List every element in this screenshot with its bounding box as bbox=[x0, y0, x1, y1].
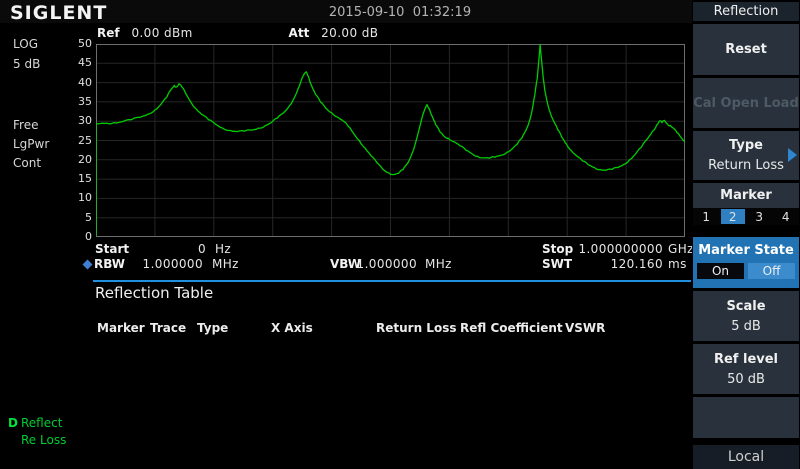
table-column-marker: Marker bbox=[97, 321, 145, 335]
att-label: Att bbox=[289, 26, 310, 40]
reset-button-label: Reset bbox=[725, 42, 767, 57]
left-annunciator-0: LOG bbox=[13, 37, 38, 51]
datetime: 2015-09-10 01:32:19 bbox=[280, 5, 520, 20]
y-tick-40: 40 bbox=[62, 76, 92, 89]
left-annunciator-4: Cont bbox=[13, 156, 41, 170]
table-column-x-axis: X Axis bbox=[271, 321, 313, 335]
ref-level-button-value: 50 dB bbox=[727, 372, 765, 387]
scale-button-label: Scale bbox=[726, 299, 765, 314]
scale-button[interactable]: Scale 5 dB bbox=[693, 291, 799, 341]
marker-state-off-button[interactable]: Off bbox=[748, 263, 795, 279]
marker-state-group[interactable]: Marker State On Off bbox=[693, 237, 799, 288]
vbw-value: 1.000000 bbox=[352, 258, 417, 271]
y-tick-45: 45 bbox=[62, 56, 92, 69]
y-tick-50: 50 bbox=[62, 37, 92, 50]
submenu-arrow-icon bbox=[788, 148, 797, 162]
top-bar: SIGLENT 2015-09-10 01:32:19 bbox=[0, 0, 692, 23]
type-button-value: Return Loss bbox=[708, 158, 784, 173]
y-tick-25: 25 bbox=[62, 134, 92, 147]
separator-line bbox=[93, 280, 691, 282]
table-column-vswr: VSWR bbox=[565, 321, 605, 335]
sidebar-title: Reflection bbox=[693, 2, 799, 21]
marker-4-button[interactable]: 4 bbox=[774, 209, 799, 224]
left-annunciator-1: 5 dB bbox=[13, 57, 40, 71]
reflection-table-title: Reflection Table bbox=[95, 284, 213, 302]
siglent-logo: SIGLENT bbox=[10, 2, 107, 24]
type-button[interactable]: Type Return Loss bbox=[693, 131, 799, 180]
rbw-label: RBW bbox=[94, 258, 125, 271]
y-tick-0: 0 bbox=[62, 230, 92, 243]
table-column-type: Type bbox=[197, 321, 228, 335]
swt-unit: ms bbox=[668, 258, 687, 271]
marker-select-row: 1234 bbox=[693, 208, 799, 225]
att-value: 20.00 dB bbox=[321, 26, 378, 40]
left-annunciator-2: Free bbox=[13, 118, 38, 132]
rbw-value: 1.000000 bbox=[127, 258, 203, 271]
y-tick-20: 20 bbox=[62, 153, 92, 166]
grid-lines bbox=[96, 44, 685, 237]
y-tick-35: 35 bbox=[62, 95, 92, 108]
y-tick-5: 5 bbox=[62, 211, 92, 224]
ref-value: 0.00 dBm bbox=[131, 26, 192, 40]
marker-2-button[interactable]: 2 bbox=[721, 209, 746, 224]
stop-unit: GHz bbox=[668, 243, 694, 256]
start-unit: Hz bbox=[215, 243, 231, 256]
table-column-return-loss: Return Loss bbox=[376, 321, 456, 335]
marker-state-label: Marker State bbox=[693, 243, 799, 258]
local-button[interactable]: Local bbox=[693, 445, 799, 469]
ref-label: Ref bbox=[97, 26, 120, 40]
marker-1-button[interactable]: 1 bbox=[694, 209, 719, 224]
vbw-unit: MHz bbox=[425, 258, 452, 271]
cal-open-load-label: Cal Open Load bbox=[693, 96, 799, 111]
scale-button-value: 5 dB bbox=[731, 319, 761, 334]
softkey-sidebar: Reflection Reset Cal Open Load Type Retu… bbox=[692, 0, 800, 469]
type-button-label: Type bbox=[729, 138, 763, 153]
stop-value: 1.000000000 bbox=[556, 243, 663, 256]
ref-att-row: Ref 0.00 dBm Att 20.00 dB bbox=[97, 27, 378, 40]
y-tick-15: 15 bbox=[62, 172, 92, 185]
marker-button-label: Marker bbox=[720, 188, 772, 203]
table-column-refl-coefficient: Refl Coefficient bbox=[460, 321, 563, 335]
marker-state-toggle: On Off bbox=[697, 263, 795, 279]
reset-button[interactable]: Reset bbox=[693, 24, 799, 75]
swt-value: 120.160 bbox=[556, 258, 663, 271]
marker-3-button[interactable]: 3 bbox=[747, 209, 772, 224]
y-tick-30: 30 bbox=[62, 114, 92, 127]
rbw-marker-icon bbox=[83, 260, 93, 270]
start-label: Start bbox=[95, 243, 129, 256]
ref-level-button[interactable]: Ref level 50 dB bbox=[693, 344, 799, 394]
trace-mode-reflect: Reflect bbox=[21, 416, 62, 430]
y-tick-10: 10 bbox=[62, 191, 92, 204]
ref-level-button-label: Ref level bbox=[714, 352, 778, 367]
reflection-table-header: Marker Trace Type X Axis Return Loss Refl Coe… bbox=[97, 321, 657, 335]
trace-plot bbox=[96, 44, 685, 237]
marker-button[interactable]: Marker bbox=[693, 183, 799, 208]
analyzer-screen: SIGLENT 2015-09-10 01:32:19 Ref 0.00 dBm… bbox=[0, 0, 800, 469]
cal-open-load-button[interactable]: Cal Open Load bbox=[693, 78, 799, 128]
blank-softkey[interactable] bbox=[693, 397, 799, 438]
trace-mode-reloss: Re Loss bbox=[21, 433, 66, 447]
left-annunciator-3: LgPwr bbox=[13, 137, 49, 151]
start-value: 0 bbox=[130, 243, 206, 256]
trace-d-flag: D bbox=[8, 416, 18, 430]
table-column-trace: Trace bbox=[150, 321, 186, 335]
marker-state-on-button[interactable]: On bbox=[697, 263, 744, 279]
rbw-unit: MHz bbox=[212, 258, 239, 271]
